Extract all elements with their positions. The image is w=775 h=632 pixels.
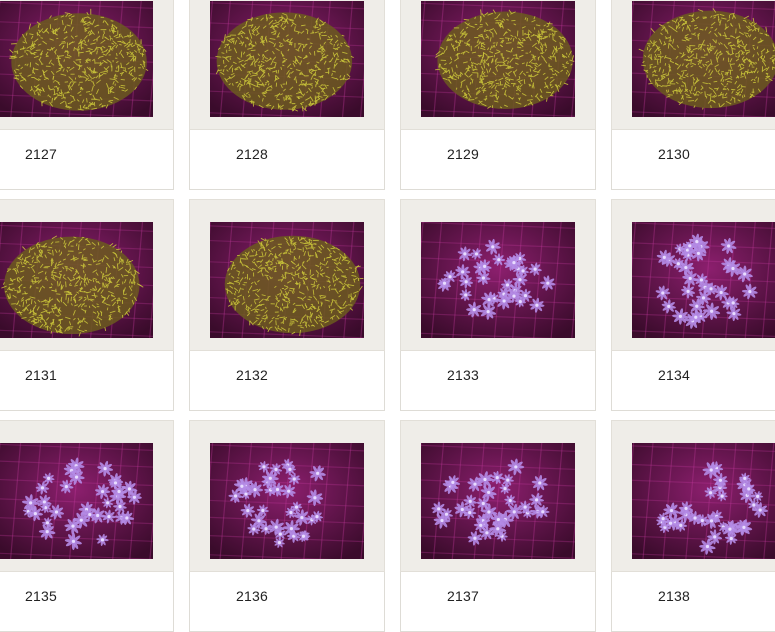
thumb-frame	[0, 199, 174, 351]
coral-photo[interactable]	[421, 1, 575, 117]
coral-card[interactable]: 2137	[400, 420, 596, 632]
coral-photo[interactable]	[0, 222, 153, 338]
coral-card[interactable]: 2134	[611, 199, 775, 411]
coral-photo[interactable]	[421, 443, 575, 559]
caption-box: 2137	[400, 572, 596, 632]
caption-box: 2128	[189, 130, 385, 190]
coral-photo[interactable]	[632, 443, 775, 559]
thumb-frame	[400, 420, 596, 572]
thumb-frame	[611, 420, 775, 572]
caption-box: 2133	[400, 351, 596, 411]
caption-box: 2127	[0, 130, 174, 190]
item-number[interactable]: 2138	[658, 588, 690, 604]
item-number[interactable]: 2133	[447, 367, 479, 383]
coral-card[interactable]: 2133	[400, 199, 596, 411]
thumb-frame	[189, 0, 385, 130]
coral-card[interactable]: 2132	[189, 199, 385, 411]
caption-box: 2134	[611, 351, 775, 411]
coral-card[interactable]: 2135	[0, 420, 174, 632]
item-number[interactable]: 2127	[25, 146, 57, 162]
coral-photo[interactable]	[210, 443, 364, 559]
thumb-frame	[0, 420, 174, 572]
caption-box: 2129	[400, 130, 596, 190]
item-number[interactable]: 2136	[236, 588, 268, 604]
thumb-frame	[0, 0, 174, 130]
item-number[interactable]: 2130	[658, 146, 690, 162]
coral-card[interactable]: 2138	[611, 420, 775, 632]
coral-card[interactable]: 2129	[400, 0, 596, 190]
coral-card[interactable]: 2130	[611, 0, 775, 190]
item-number[interactable]: 2132	[236, 367, 268, 383]
thumb-frame	[611, 199, 775, 351]
caption-box: 2132	[189, 351, 385, 411]
thumb-frame	[189, 420, 385, 572]
coral-photo[interactable]	[632, 222, 775, 338]
item-number[interactable]: 2134	[658, 367, 690, 383]
coral-card[interactable]: 2127	[0, 0, 174, 190]
coral-card[interactable]: 2131	[0, 199, 174, 411]
coral-photo[interactable]	[0, 443, 153, 559]
coral-card[interactable]: 2128	[189, 0, 385, 190]
item-number[interactable]: 2129	[447, 146, 479, 162]
coral-photo[interactable]	[421, 222, 575, 338]
item-number[interactable]: 2128	[236, 146, 268, 162]
coral-card[interactable]: 2136	[189, 420, 385, 632]
item-number[interactable]: 2131	[25, 367, 57, 383]
caption-box: 2130	[611, 130, 775, 190]
thumb-frame	[189, 199, 385, 351]
coral-photo[interactable]	[0, 1, 153, 117]
item-number[interactable]: 2135	[25, 588, 57, 604]
coral-photo[interactable]	[210, 222, 364, 338]
caption-box: 2136	[189, 572, 385, 632]
caption-box: 2138	[611, 572, 775, 632]
coral-photo[interactable]	[210, 1, 364, 117]
caption-box: 2135	[0, 572, 174, 632]
thumb-frame	[611, 0, 775, 130]
coral-photo[interactable]	[632, 1, 775, 117]
thumb-frame	[400, 0, 596, 130]
item-number[interactable]: 2137	[447, 588, 479, 604]
coral-gallery-grid: 2127 2128 2129 2130 2131	[0, 0, 775, 618]
thumb-frame	[400, 199, 596, 351]
caption-box: 2131	[0, 351, 174, 411]
